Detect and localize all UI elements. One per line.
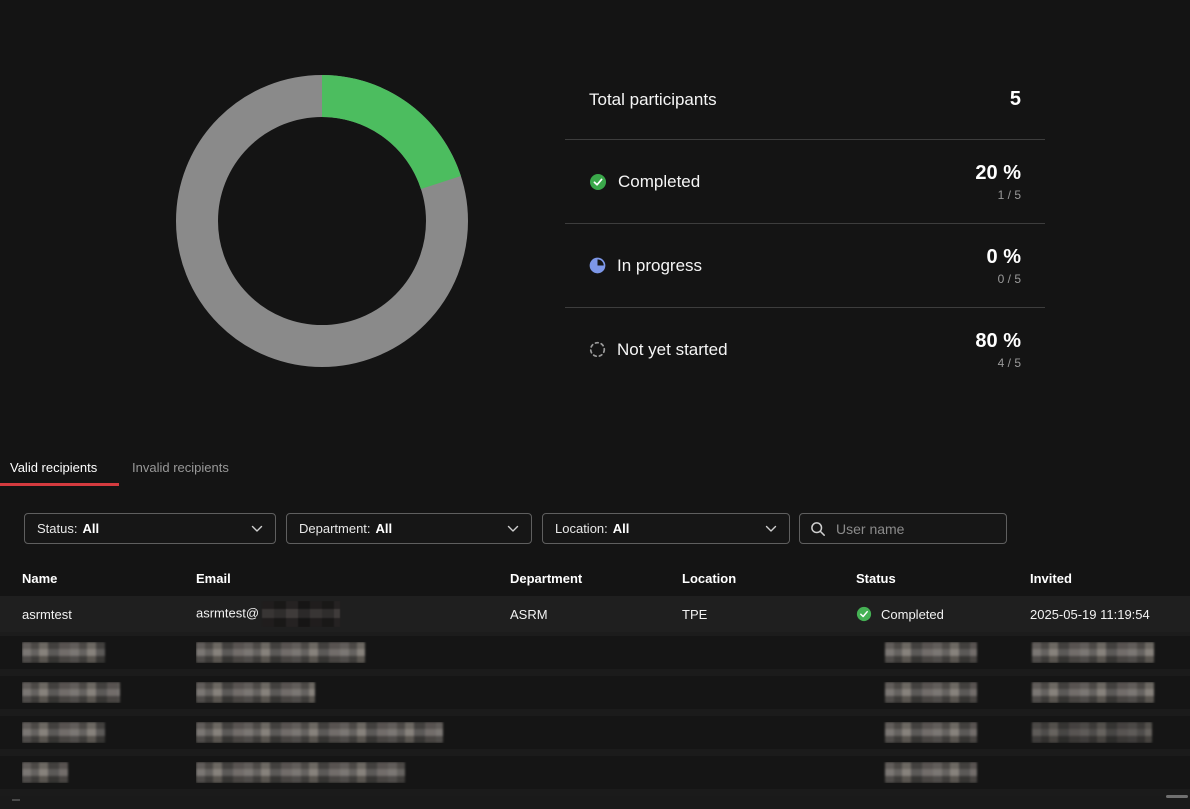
active-tab-indicator — [0, 483, 119, 486]
status-filter-dropdown[interactable]: Status: All — [24, 513, 276, 544]
table-row-redacted[interactable] — [0, 676, 1190, 716]
not-started-row: Not yet started 80 % 4 / 5 — [565, 307, 1045, 391]
horizontal-scrollbar-thumb[interactable] — [1166, 795, 1188, 798]
redacted-status — [885, 682, 977, 703]
column-header-status: Status — [856, 571, 1030, 586]
in-progress-row: In progress 0 % 0 / 5 — [565, 223, 1045, 307]
redacted-email — [196, 762, 405, 783]
redacted-invited — [1032, 722, 1152, 743]
column-header-email: Email — [196, 571, 510, 586]
username-search — [799, 513, 1007, 544]
department-filter-label: Department: — [299, 521, 371, 536]
redacted-invited — [1032, 642, 1154, 663]
completed-check-icon — [856, 606, 872, 622]
in-progress-percent: 0 % — [987, 246, 1021, 268]
redacted-email-domain — [262, 601, 340, 627]
scrollbar-dash-left — [12, 799, 20, 801]
status-text: Completed — [881, 607, 944, 622]
total-participants-row: Total participants 5 — [565, 60, 1045, 139]
tab-valid-recipients[interactable]: Valid recipients — [10, 460, 97, 475]
chevron-down-icon — [251, 525, 263, 533]
not-started-icon — [589, 341, 606, 358]
table-row[interactable]: asrmtest asrmtest@ ASRM TPE Completed 20… — [0, 596, 1190, 636]
location-filter-dropdown[interactable]: Location: All — [542, 513, 790, 544]
in-progress-label: In progress — [617, 256, 702, 276]
table-row-redacted[interactable] — [0, 716, 1190, 756]
redacted-status — [885, 762, 977, 783]
redacted-email — [196, 642, 365, 663]
chevron-down-icon — [507, 525, 519, 533]
redacted-name — [22, 642, 105, 663]
table-row-redacted[interactable] — [0, 636, 1190, 676]
table-row-redacted[interactable] — [0, 756, 1190, 796]
redacted-status — [885, 642, 977, 663]
tab-invalid-recipients[interactable]: Invalid recipients — [132, 460, 229, 475]
email-cell: asrmtest@ — [196, 601, 510, 627]
status-cell: Completed — [856, 606, 1030, 622]
column-header-name: Name — [22, 571, 196, 586]
not-started-fraction: 4 / 5 — [975, 356, 1021, 370]
department-filter-dropdown[interactable]: Department: All — [286, 513, 532, 544]
username-search-input[interactable] — [834, 520, 996, 538]
email-prefix: asrmtest@ — [196, 605, 259, 620]
location-filter-value: All — [613, 521, 630, 536]
redacted-status — [885, 722, 977, 743]
table-header: Name Email Department Location Status In… — [0, 561, 1190, 596]
department-cell: ASRM — [510, 607, 682, 622]
in-progress-icon — [589, 257, 606, 274]
search-icon — [810, 521, 826, 537]
partial-next-row — [0, 796, 1190, 809]
recipients-table: asrmtest asrmtest@ ASRM TPE Completed 20… — [0, 596, 1190, 796]
redacted-email — [196, 682, 315, 703]
in-progress-fraction: 0 / 5 — [987, 272, 1021, 286]
completed-fraction: 1 / 5 — [975, 188, 1021, 202]
department-filter-value: All — [376, 521, 393, 536]
total-participants-label: Total participants — [589, 90, 717, 110]
location-filter-label: Location: — [555, 521, 608, 536]
not-started-percent: 80 % — [975, 330, 1021, 352]
completed-row: Completed 20 % 1 / 5 — [565, 139, 1045, 223]
summary-panel: Total participants 5 Completed 20 % 1 / … — [565, 60, 1045, 391]
status-filter-label: Status: — [37, 521, 77, 536]
redacted-name — [22, 762, 68, 783]
total-participants-value: 5 — [1010, 88, 1021, 111]
redacted-email — [196, 722, 443, 743]
redacted-invited — [1032, 682, 1154, 703]
not-started-label: Not yet started — [617, 340, 728, 360]
audit-report-dashboard: Total participants 5 Completed 20 % 1 / … — [0, 0, 1190, 809]
completed-label: Completed — [618, 172, 700, 192]
redacted-name — [22, 722, 105, 743]
invited-cell: 2025-05-19 11:19:54 — [1030, 607, 1190, 622]
column-header-location: Location — [682, 571, 856, 586]
redacted-name — [22, 682, 120, 703]
completed-icon — [589, 173, 607, 191]
completion-donut-chart — [176, 75, 468, 367]
name-cell: asrmtest — [22, 607, 196, 622]
location-cell: TPE — [682, 607, 856, 622]
status-filter-value: All — [82, 521, 99, 536]
column-header-invited: Invited — [1030, 571, 1190, 586]
column-header-department: Department — [510, 571, 682, 586]
completed-percent: 20 % — [975, 162, 1021, 184]
chevron-down-icon — [765, 525, 777, 533]
